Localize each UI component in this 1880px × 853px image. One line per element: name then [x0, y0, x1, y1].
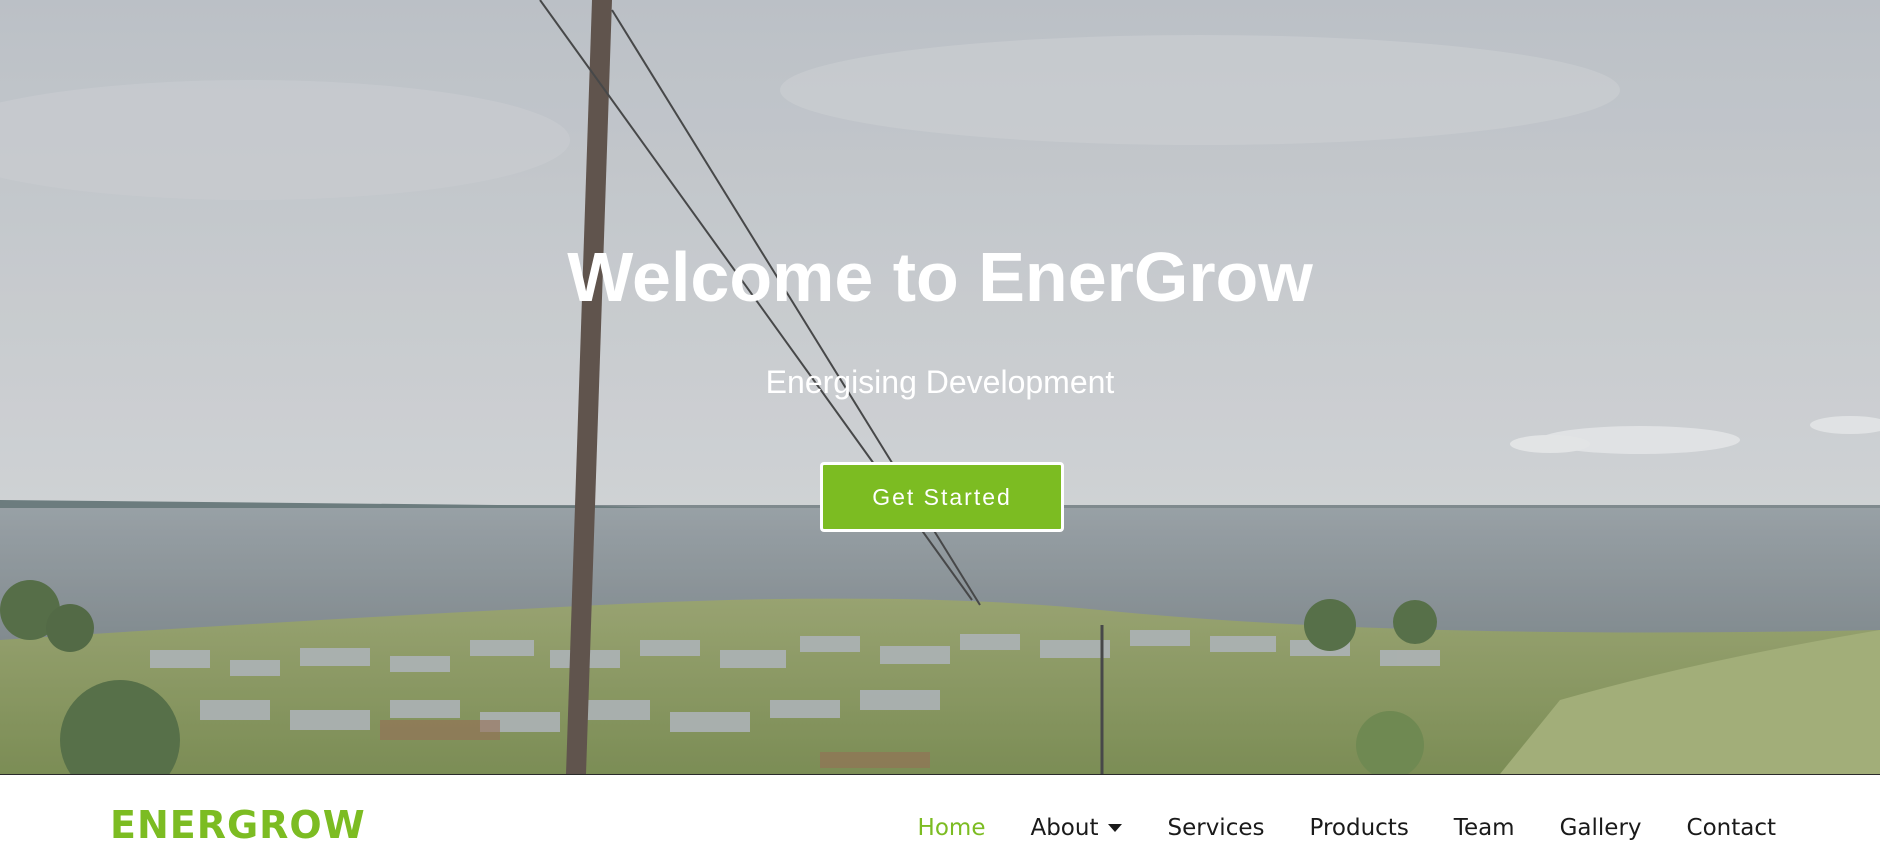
nav-item-services[interactable]: Services [1167, 813, 1264, 843]
nav-item-label: About [1030, 815, 1099, 841]
nav-item-label: Products [1309, 815, 1409, 841]
nav-item-gallery[interactable]: Gallery [1560, 813, 1642, 843]
hero-section: Welcome to EnerGrow Energising Developme… [0, 0, 1880, 774]
hero-title: Welcome to EnerGrow [567, 238, 1313, 316]
caret-down-icon [1108, 824, 1123, 832]
site-logo[interactable]: ENERGROW [110, 805, 366, 845]
get-started-button[interactable]: Get Started [820, 462, 1064, 532]
hero-content: Welcome to EnerGrow Energising Developme… [0, 0, 1880, 774]
nav-menu: Home About Services Products Team Galler… [873, 813, 1776, 843]
hero-subtitle: Energising Development [765, 364, 1115, 400]
nav-item-home[interactable]: Home [918, 813, 986, 843]
nav-item-team[interactable]: Team [1454, 813, 1515, 843]
main-navbar: ENERGROW Home About Services Products Te… [0, 774, 1880, 853]
nav-item-about[interactable]: About [1030, 813, 1123, 843]
nav-item-label: Home [917, 815, 986, 841]
nav-item-contact[interactable]: Contact [1687, 813, 1776, 843]
nav-item-label: Team [1453, 815, 1515, 841]
nav-item-label: Gallery [1559, 815, 1642, 841]
nav-item-products[interactable]: Products [1309, 813, 1408, 843]
nav-item-label: Contact [1686, 815, 1776, 841]
nav-item-label: Services [1167, 815, 1265, 841]
